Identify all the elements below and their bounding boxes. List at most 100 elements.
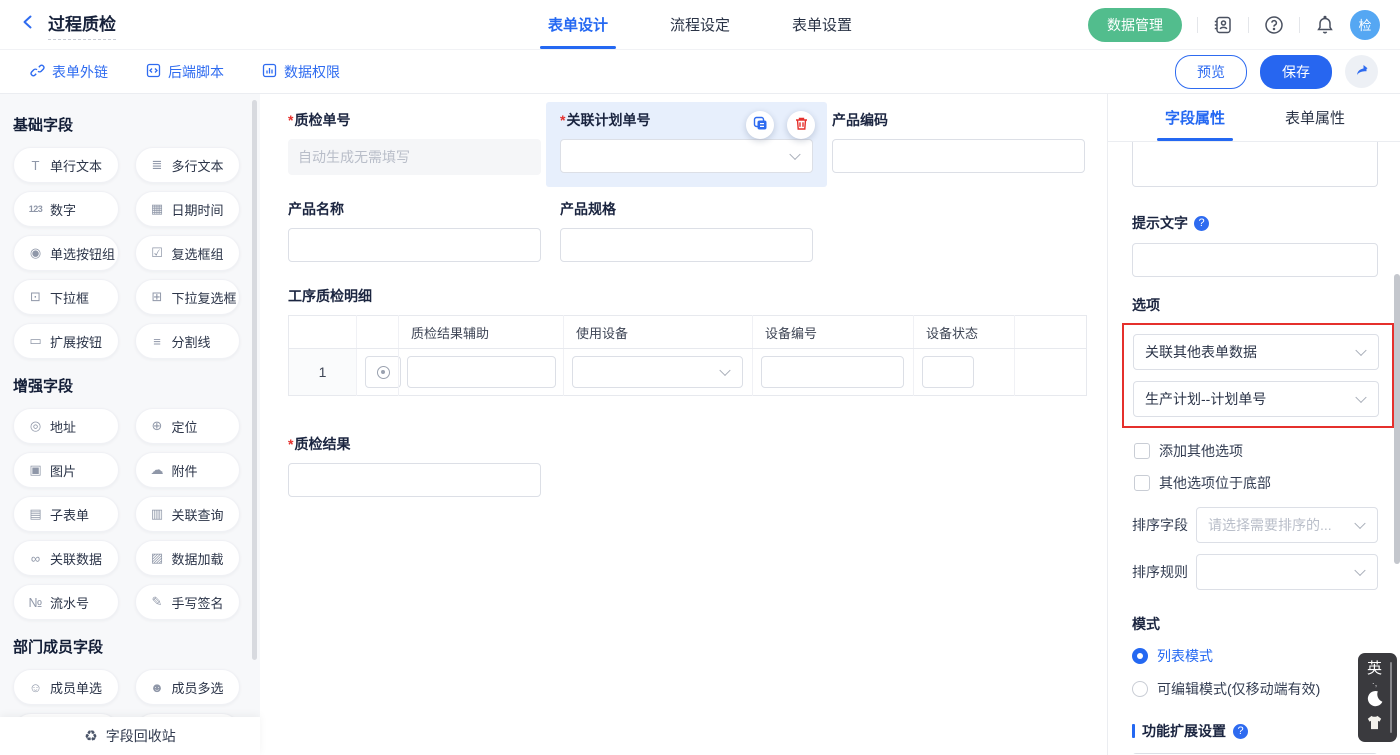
product-code-input[interactable] [832,139,1085,173]
hint-text-input[interactable] [1132,243,1378,277]
locate-icon: ⊕ [149,418,166,434]
tab-field-properties[interactable]: 字段属性 [1165,94,1225,141]
preview-button[interactable]: 预览 [1175,55,1247,89]
ime-handle[interactable] [1390,662,1392,733]
palette-item-member-multi[interactable]: ☻成员多选 [135,669,241,705]
palette-item-link-data[interactable]: ∞关联数据 [13,540,119,576]
qc-result-assist-input[interactable] [407,356,556,388]
palette-item-data-load[interactable]: ▨数据加载 [135,540,241,576]
script-icon [146,63,161,81]
sidebar-scrollbar[interactable] [252,100,257,660]
dropdown-multi-icon: ⊞ [149,289,166,305]
field-related-plan-number[interactable]: 关联计划单号 [560,112,813,175]
skin-shirt-icon[interactable] [1366,715,1383,735]
save-button[interactable]: 保存 [1260,55,1332,89]
option-field-select[interactable]: 生产计划--计划单号 [1133,381,1379,417]
people-icon: ☻ [149,680,166,695]
palette-item-image[interactable]: ▣图片 [13,452,119,488]
chain-link-icon: ∞ [27,551,44,566]
copy-icon [753,116,768,134]
related-plan-select[interactable] [560,139,813,173]
help-icon[interactable]: ? [1194,216,1209,231]
field-subform-process-qc[interactable]: 工序质检明细 质检结果辅助 使用设备 设备编号 设备状态 1 [288,288,1087,396]
palette-item-number[interactable]: 123数字 [13,191,119,227]
checkbox-icon [1134,475,1150,491]
location-pin-icon: ◎ [27,418,44,434]
moon-icon[interactable] [1365,689,1384,713]
panel-scrollbar[interactable] [1394,274,1400,564]
device-number-input[interactable] [761,356,904,388]
palette-item-signature[interactable]: ✎手写签名 [135,584,241,620]
notification-bell-icon[interactable] [1315,15,1335,35]
help-icon[interactable] [1264,15,1284,35]
qc-result-input[interactable] [288,463,541,497]
highlight-red-box: 关联其他表单数据 生产计划--计划单号 [1122,323,1394,428]
sort-rule-select[interactable] [1196,554,1378,590]
data-permission-link[interactable]: 数据权限 [262,62,340,82]
radio-unselected-icon [1132,681,1148,697]
palette-item-checkbox-group[interactable]: ☑复选框组 [135,235,241,271]
duplicate-field-button[interactable] [746,111,774,139]
option-source-select[interactable]: 关联其他表单数据 [1133,334,1379,370]
field-title-input[interactable] [1132,142,1378,187]
divider [1248,17,1249,33]
palette-item-single-line-text[interactable]: T单行文本 [13,147,119,183]
page-title[interactable]: 过程质检 [48,10,116,40]
ime-toolbar[interactable]: 英 ·, [1358,653,1397,742]
delete-field-button[interactable] [787,111,815,139]
radio-target-icon [377,366,390,379]
options-label: 选项 [1132,295,1160,315]
product-spec-input[interactable] [560,228,813,262]
field-product-code[interactable]: 产品编码 [832,112,1085,175]
tab-form-design[interactable]: 表单设计 [548,0,608,49]
palette-item-locate[interactable]: ⊕定位 [135,408,241,444]
divider [1299,17,1300,33]
sort-field-select[interactable]: 请选择需要排序的... [1196,507,1378,543]
sort-rule-label: 排序规则 [1132,562,1188,582]
palette-item-extend-button[interactable]: ▭扩展按钮 [13,323,119,359]
share-button[interactable] [1345,55,1378,88]
palette-item-multi-line-text[interactable]: ≣多行文本 [135,147,241,183]
qc-number-input: 自动生成无需填写 [288,139,541,175]
section-title-member-fields: 部门成员字段 [13,636,240,657]
field-product-name[interactable]: 产品名称 [288,201,541,262]
checkbox-other-option-bottom[interactable]: 其他选项位于底部 [1132,473,1378,493]
help-icon[interactable]: ? [1233,724,1248,739]
radio-list-mode[interactable]: 列表模式 [1132,646,1378,666]
ime-language-indicator[interactable]: 英 [1367,660,1382,677]
palette-item-subform[interactable]: ▤子表单 [13,496,119,532]
palette-item-link-query[interactable]: ▥关联查询 [135,496,241,532]
field-qc-number[interactable]: 质检单号 自动生成无需填写 [288,112,541,175]
data-manage-button[interactable]: 数据管理 [1088,8,1182,42]
device-select[interactable] [572,356,743,388]
field-recycle-bin[interactable]: ♻ 字段回收站 [0,717,260,755]
avatar[interactable]: 检 [1350,10,1380,40]
palette-item-radio-group[interactable]: ◉单选按钮组 [13,235,119,271]
tab-form-setting[interactable]: 表单设置 [792,0,852,49]
add-action-button[interactable]: 添加操作 [1132,753,1378,754]
contacts-icon[interactable] [1213,15,1233,35]
palette-item-attachment[interactable]: ☁附件 [135,452,241,488]
tab-flow-setting[interactable]: 流程设定 [670,0,730,49]
palette-item-dropdown[interactable]: ⊡下拉框 [13,279,119,315]
palette-item-divider[interactable]: ≡分割线 [135,323,241,359]
row-select-widget[interactable] [365,356,401,388]
form-external-link[interactable]: 表单外链 [30,62,108,82]
number-icon: 123 [27,204,44,214]
field-product-spec[interactable]: 产品规格 [560,201,813,262]
backend-script-link[interactable]: 后端脚本 [146,62,224,82]
palette-item-member-single[interactable]: ☺成员单选 [13,669,119,705]
palette-item-datetime[interactable]: ▦日期时间 [135,191,241,227]
palette-item-serial-number[interactable]: №流水号 [13,584,119,620]
device-status-input[interactable] [922,356,974,388]
ime-punctuation-indicator[interactable]: ·, [1372,679,1378,687]
radio-editable-mode[interactable]: 可编辑模式(仅移动端有效) [1132,679,1378,699]
subform-col-header: 设备状态 [914,316,1015,349]
field-qc-result[interactable]: 质检结果 [288,436,541,497]
product-name-input[interactable] [288,228,541,262]
palette-item-dropdown-multi[interactable]: ⊞下拉复选框 [135,279,241,315]
palette-item-address[interactable]: ◎地址 [13,408,119,444]
back-button[interactable] [20,14,36,35]
checkbox-add-other-option[interactable]: 添加其他选项 [1132,441,1378,461]
tab-form-properties[interactable]: 表单属性 [1285,94,1345,141]
